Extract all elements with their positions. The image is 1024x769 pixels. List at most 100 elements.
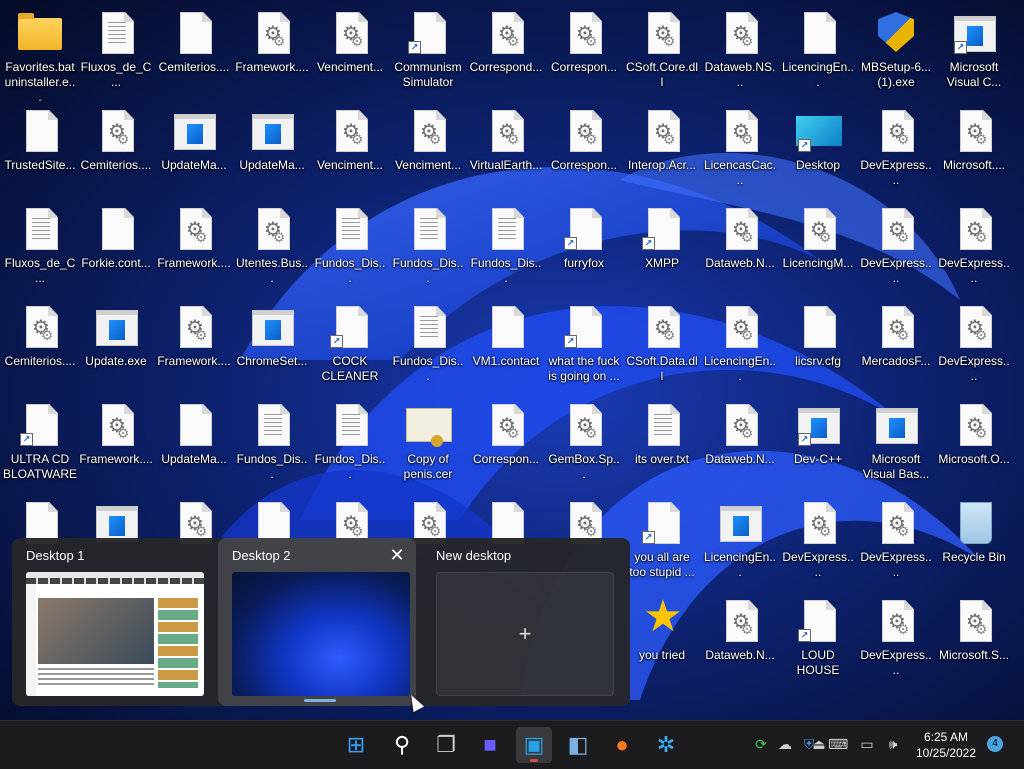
sync-icon[interactable]: ⟳ — [752, 735, 770, 753]
desktop-icon[interactable]: ⚙ ⚙ DevExpress.... — [936, 202, 1012, 294]
desktop-icon[interactable]: ChromeSet... — [234, 300, 310, 392]
desktop-icon[interactable]: ⚙ ⚙ Utentes.Bus... — [234, 202, 310, 294]
desktop-icon[interactable]: ⚙ ⚙ CSoft.Core.dll — [624, 6, 700, 98]
desktop-icon[interactable]: Fluxos_de_C... — [78, 6, 154, 98]
desktop-icon[interactable]: ↗ furryfox — [546, 202, 622, 294]
desktop-icon[interactable]: MBSetup-6... (1).exe — [858, 6, 934, 98]
desktop-icon[interactable]: ⚙ ⚙ Dataweb.N... — [702, 594, 778, 686]
notification-count-badge[interactable]: 4 — [987, 736, 1003, 752]
desktop-icon[interactable]: ↗ Dev-C++ — [780, 398, 856, 490]
close-desktop-2-icon[interactable]: ✕ — [388, 546, 406, 564]
desktop-icon[interactable]: ⚙ ⚙ Framework.... — [234, 6, 310, 98]
desktop-icon[interactable]: ⚙ ⚙ Venciment... — [312, 6, 388, 98]
desktop-icon[interactable]: UpdateMa... — [156, 398, 232, 490]
desktop-icon[interactable]: LicencingEn... — [702, 496, 778, 588]
desktop-1-card[interactable]: Desktop 1 — [12, 538, 210, 706]
desktop-icon[interactable]: Fundos_Dis... — [468, 202, 544, 294]
desktop-icon[interactable]: ⚙ ⚙ Microsoft.... — [936, 104, 1012, 196]
app-button[interactable]: ✲ — [648, 727, 684, 763]
desktop-icon[interactable]: ↗ COCK CLEANER — [312, 300, 388, 392]
cloud-offline-icon[interactable]: ☁ — [776, 735, 794, 753]
desktop-icon[interactable]: ↗ XMPP — [624, 202, 700, 294]
desktop-icon[interactable]: ⚙ ⚙ DevExpress.... — [858, 496, 934, 588]
desktop-icon[interactable]: licsrv.cfg — [780, 300, 856, 392]
desktop-icon[interactable]: ⚙ ⚙ Framework.... — [156, 202, 232, 294]
task-view-button[interactable]: ❐ — [428, 727, 464, 763]
desktop-icon[interactable]: ⚙ ⚙ Dataweb.N... — [702, 398, 778, 490]
start-button[interactable]: ⊞ — [338, 727, 374, 763]
desktop-icon[interactable]: UpdateMa... — [234, 104, 310, 196]
desktop-icon[interactable]: ⚙ ⚙ Microsoft.O... — [936, 398, 1012, 490]
desktop-icon[interactable]: VM1.contact — [468, 300, 544, 392]
task-view-scroll-indicator[interactable] — [304, 699, 336, 702]
desktop-icon[interactable]: its over.txt — [624, 398, 700, 490]
desktop-icon[interactable]: UpdateMa... — [156, 104, 232, 196]
desktop-icon[interactable]: ⚙ ⚙ Correspond... — [468, 6, 544, 98]
control-panel-button[interactable]: ◧ — [560, 727, 596, 763]
desktop-icon[interactable]: ↗ Microsoft Visual C... — [936, 6, 1012, 98]
desktop-icon[interactable]: ⚙ ⚙ Framework.... — [78, 398, 154, 490]
clock[interactable]: 6:25 AM 10/25/2022 — [908, 729, 984, 761]
desktop-icon[interactable]: ⚙ ⚙ CSoft.Data.dll — [624, 300, 700, 392]
desktop-icon[interactable]: Forkie.cont... — [78, 202, 154, 294]
firefox-button[interactable]: ● — [604, 727, 640, 763]
network-icon[interactable]: ▭ — [858, 735, 876, 753]
desktop-icon[interactable]: ⚙ ⚙ Dataweb.NS... — [702, 6, 778, 98]
desktop-icon[interactable]: Fundos_Dis... — [390, 202, 466, 294]
desktop-icon[interactable]: Update.exe — [78, 300, 154, 392]
desktop-icon[interactable]: ⚙ ⚙ Dataweb.N... — [702, 202, 778, 294]
desktop-icon[interactable]: ⚙ ⚙ DevExpress.... — [780, 496, 856, 588]
new-desktop-plus-icon[interactable]: + — [436, 572, 614, 696]
desktop-2-thumbnail[interactable] — [232, 572, 410, 696]
desktop-icon[interactable]: ⚙ ⚙ DevExpress.... — [936, 300, 1012, 392]
desktop-icon[interactable]: ⚙ ⚙ Cemiterios.... — [78, 104, 154, 196]
desktop-1-thumbnail[interactable] — [26, 572, 204, 696]
config-file-icon: ⚙ ⚙ — [718, 598, 762, 644]
chat-button[interactable]: ■ — [472, 727, 508, 763]
desktop-icon[interactable]: ⚙ ⚙ VirtualEarth... — [468, 104, 544, 196]
desktop-icon[interactable]: LicencingEn... — [780, 6, 856, 98]
volume-icon[interactable]: 🕪 — [884, 735, 902, 753]
desktop-icon[interactable]: ⚙ ⚙ Correspon... — [546, 6, 622, 98]
desktop-icon[interactable]: ↗ LOUD HOUSE — [780, 594, 856, 686]
desktop-icon[interactable]: ⚙ ⚙ Microsoft.S... — [936, 594, 1012, 686]
desktop-icon[interactable]: ⚙ ⚙ MercadosF... — [858, 300, 934, 392]
desktop-icon[interactable]: ↗ you all are too stupid ... — [624, 496, 700, 588]
desktop-icon[interactable]: ⚙ ⚙ Cemiterios.... — [2, 300, 78, 392]
desktop-icon[interactable]: ⚙ ⚙ DevExpress.... — [858, 594, 934, 686]
desktop-icon[interactable]: ⚙ ⚙ LicencasCac... — [702, 104, 778, 196]
desktop-icon[interactable]: TrustedSite... — [2, 104, 78, 196]
desktop-icon[interactable]: ⚙ ⚙ Venciment... — [390, 104, 466, 196]
desktop-icon[interactable]: Recycle Bin — [936, 496, 1012, 588]
desktop-icon[interactable]: Fundos_Dis... — [312, 202, 388, 294]
desktop-icon[interactable]: Copy of penis.cer — [390, 398, 466, 490]
desktop-icon[interactable]: ⚙ ⚙ Interop.Acr... — [624, 104, 700, 196]
desktop-icon[interactable]: ↗ Desktop — [780, 104, 856, 196]
desktop-icon[interactable]: ⚙ ⚙ DevExpress.... — [858, 202, 934, 294]
search-button[interactable]: ⚲ — [384, 727, 420, 763]
new-desktop-card[interactable]: New desktop + — [422, 538, 620, 706]
keyboard-icon[interactable]: ⌨ — [828, 735, 848, 753]
desktop-icon[interactable]: ⚙ ⚙ Framework.... — [156, 300, 232, 392]
desktop-icon[interactable]: ⚙ ⚙ Correspon... — [546, 104, 622, 196]
desktop-icon[interactable]: ↗ Communism Simulator — [390, 6, 466, 98]
usb-icon[interactable]: ⏏ — [810, 735, 828, 753]
desktop-icon[interactable]: Fundos_Dis... — [234, 398, 310, 490]
desktop-icon[interactable]: Cemiterios.... — [156, 6, 232, 98]
desktop-icon[interactable]: ⚙ ⚙ LicencingM... — [780, 202, 856, 294]
desktop-icon[interactable]: ↗ ULTRA CD BLOATWARE — [2, 398, 78, 490]
desktop-icon[interactable]: Microsoft Visual Bas... — [858, 398, 934, 490]
desktop-icon[interactable]: Fundos_Dis... — [312, 398, 388, 490]
desktop-icon[interactable]: Favorites.bat uninstaller.e... — [2, 6, 78, 104]
desktop-icon[interactable]: Fluxos_de_C... — [2, 202, 78, 294]
desktop-2-card[interactable]: Desktop 2 ✕ — [218, 538, 416, 706]
desktop-icon[interactable]: ⚙ ⚙ GemBox.Sp... — [546, 398, 622, 490]
desktop-icon[interactable]: ⚙ ⚙ Venciment... — [312, 104, 388, 196]
desktop-icon[interactable]: ⚙ ⚙ Correspon... — [468, 398, 544, 490]
desktop-icon[interactable]: ↗ what the fuck is going on ... — [546, 300, 622, 392]
desktop-icon[interactable]: ⚙ ⚙ LicencingEn... — [702, 300, 778, 392]
desktop-icon[interactable]: Fundos_Dis... — [390, 300, 466, 392]
remote-desktop-button[interactable]: ▣ — [516, 727, 552, 763]
desktop-icon[interactable]: ★ you tried — [624, 594, 700, 686]
desktop-icon[interactable]: ⚙ ⚙ DevExpress.... — [858, 104, 934, 196]
